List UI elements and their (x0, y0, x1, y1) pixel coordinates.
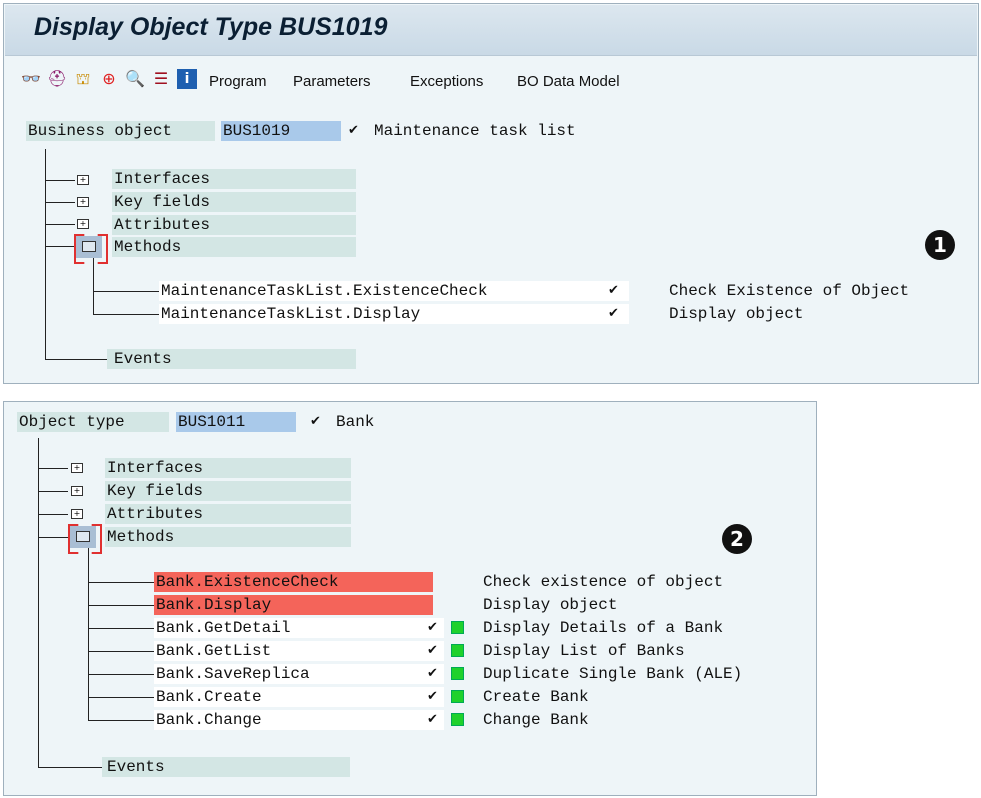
tree-node-key-fields[interactable]: Key fields (114, 192, 210, 212)
tree-branch (45, 224, 75, 225)
method-description: Change Bank (483, 711, 589, 729)
tree-node-attributes[interactable]: Attributes (114, 215, 210, 235)
field-label: Business object (28, 122, 173, 140)
tree-branch (38, 537, 68, 538)
tree-branch (45, 359, 107, 360)
tree-branch (88, 697, 154, 698)
folder-icon[interactable]: + (77, 175, 89, 185)
key-field-value: BUS1019 (223, 122, 291, 140)
menu-program[interactable]: Program (209, 73, 267, 90)
application-toolbar: 👓 ⛑ ⛫ ⊕ 🔍 ☰ i Program Parameters Excepti… (5, 57, 977, 105)
method-description: Display Details of a Bank (483, 619, 724, 637)
menu-exceptions[interactable]: Exceptions (410, 73, 483, 90)
folder-icon[interactable]: + (71, 463, 83, 473)
method-name[interactable]: Bank.Change (156, 710, 262, 730)
status-green-icon (451, 690, 464, 703)
check-icon: ✔ (427, 643, 438, 658)
menu-bo-data-model[interactable]: BO Data Model (517, 73, 620, 90)
method-description: Display object (669, 305, 804, 323)
check-icon: ✔ (427, 666, 438, 681)
check-icon: ✔ (427, 689, 438, 704)
lifebuoy-icon[interactable]: ⊕ (99, 69, 119, 89)
tree-node-key-fields[interactable]: Key fields (107, 481, 203, 501)
check-icon: ✔ (348, 123, 359, 138)
method-description: Check Existence of Object (669, 282, 910, 300)
tree-trunk-line (38, 438, 39, 767)
folder-icon[interactable]: + (77, 219, 89, 229)
tree-branch (88, 628, 154, 629)
method-name[interactable]: Bank.Create (156, 687, 262, 707)
hierarchy-icon[interactable]: ⛫ (73, 69, 93, 89)
menu-parameters[interactable]: Parameters (293, 73, 371, 90)
tree-node-interfaces[interactable]: Interfaces (114, 169, 210, 189)
field-label: Object type (19, 413, 125, 431)
object-description: Bank (336, 413, 375, 431)
tree-node-methods[interactable]: Methods (114, 237, 181, 257)
status-green-icon (451, 713, 464, 726)
tree-node-methods[interactable]: Methods (107, 527, 174, 547)
tree-branch (38, 468, 68, 469)
folder-icon[interactable]: + (71, 509, 83, 519)
tree-branch (88, 605, 154, 606)
method-name[interactable]: MaintenanceTaskList.Display (161, 304, 420, 324)
list-icon[interactable]: ☰ (151, 69, 171, 89)
tree-branch (38, 491, 68, 492)
object-description: Maintenance task list (374, 122, 576, 140)
open-folder-icon[interactable] (76, 236, 102, 258)
tree-node-events[interactable]: Events (107, 757, 165, 777)
key-field-value: BUS1011 (178, 413, 246, 431)
method-name[interactable]: Bank.SaveReplica (156, 664, 310, 684)
open-folder-icon[interactable] (70, 526, 96, 548)
check-icon: ✔ (608, 306, 619, 321)
method-name[interactable]: MaintenanceTaskList.ExistenceCheck (161, 281, 487, 301)
method-name[interactable]: Bank.ExistenceCheck (156, 572, 338, 592)
status-green-icon (451, 621, 464, 634)
callout-badge: 1 (925, 230, 955, 260)
method-name[interactable]: Bank.GetDetail (156, 618, 290, 638)
method-branch-line (88, 548, 89, 720)
method-name[interactable]: Bank.GetList (156, 641, 271, 661)
check-icon: ✔ (427, 712, 438, 727)
method-description: Check existence of object (483, 573, 724, 591)
hat-icon[interactable]: ⛑ (47, 69, 67, 89)
method-description: Duplicate Single Bank (ALE) (483, 665, 743, 683)
tree-branch (88, 720, 154, 721)
method-name[interactable]: Bank.Display (156, 595, 271, 615)
page-title: Display Object Type BUS1019 (34, 13, 388, 41)
tree-branch (45, 202, 75, 203)
tree-node-attributes[interactable]: Attributes (107, 504, 203, 524)
object-type-panel-bus1011: Object type BUS1011 ✔ Bank + + + Interfa… (3, 401, 817, 796)
check-icon: ✔ (608, 283, 619, 298)
tree-branch (88, 582, 154, 583)
tree-branch (45, 180, 75, 181)
method-description: Display List of Banks (483, 642, 685, 660)
object-type-panel-bus1019: Display Object Type BUS1019 👓 ⛑ ⛫ ⊕ 🔍 ☰ … (3, 3, 979, 384)
info-icon[interactable]: i (177, 69, 197, 89)
folder-icon[interactable]: + (77, 197, 89, 207)
glasses-icon[interactable]: 👓 (21, 69, 41, 89)
method-description: Create Bank (483, 688, 589, 706)
check-icon: ✔ (310, 414, 321, 429)
tree-branch (93, 291, 159, 292)
method-description: Display object (483, 596, 618, 614)
check-icon: ✔ (427, 620, 438, 635)
tree-branch (88, 674, 154, 675)
status-green-icon (451, 644, 464, 657)
callout-badge: 2 (722, 524, 752, 554)
tree-node-events[interactable]: Events (114, 349, 172, 369)
folder-icon[interactable]: + (71, 486, 83, 496)
method-branch-line (93, 258, 94, 314)
tree-branch (93, 314, 159, 315)
tree-branch (45, 246, 75, 247)
search-icon[interactable]: 🔍 (125, 69, 145, 89)
title-bar: Display Object Type BUS1019 (5, 5, 977, 56)
status-green-icon (451, 667, 464, 680)
tree-branch (88, 651, 154, 652)
tree-node-interfaces[interactable]: Interfaces (107, 458, 203, 478)
tree-branch (38, 514, 68, 515)
tree-branch (38, 767, 102, 768)
